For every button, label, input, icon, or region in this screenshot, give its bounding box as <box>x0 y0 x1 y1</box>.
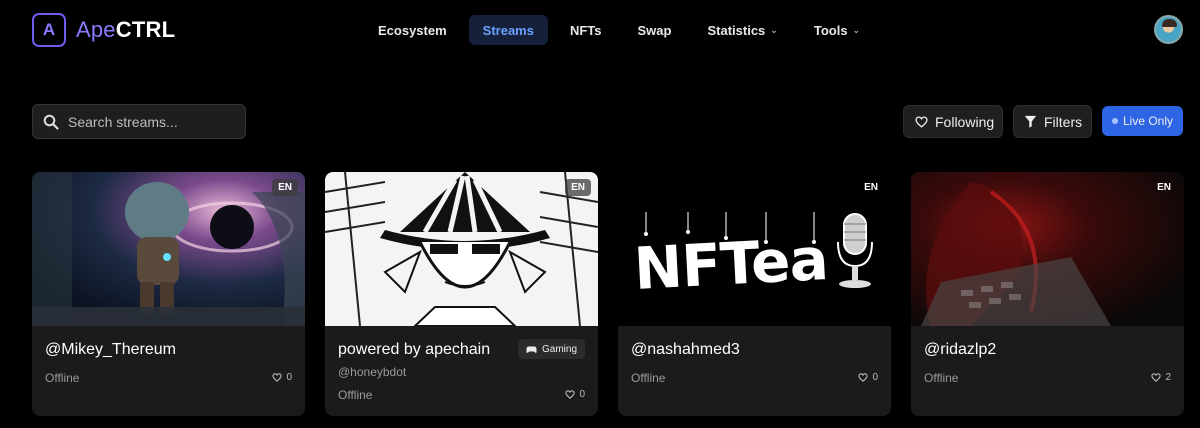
nav-streams[interactable]: Streams <box>468 15 548 45</box>
user-avatar[interactable] <box>1154 15 1183 44</box>
like-count[interactable]: 2 <box>1151 372 1171 383</box>
category-tag[interactable]: Gaming <box>518 339 586 359</box>
following-button[interactable]: Following <box>903 105 1003 138</box>
language-badge: EN <box>272 179 298 196</box>
stream-status: Offline <box>631 371 666 385</box>
main-nav: Ecosystem Streams NFTs Swap Statistics ⌄ … <box>364 15 882 45</box>
stream-card[interactable]: EN powered by apechain Gaming @honeybdot… <box>325 172 598 416</box>
brand-name: ApeCTRL <box>76 17 176 42</box>
stream-thumbnail: EN <box>911 172 1184 326</box>
search-input[interactable] <box>68 113 238 130</box>
nav-tools[interactable]: Tools ⌄ <box>800 15 874 45</box>
chevron-down-icon: ⌄ <box>770 24 778 35</box>
top-nav-bar: A ApeCTRL Ecosystem Streams NFTs Swap St… <box>0 0 1200 60</box>
stream-card[interactable]: NFTea EN @nashahmed3 Offline 0 <box>618 172 891 416</box>
nav-swap[interactable]: Swap <box>624 15 686 45</box>
gamepad-icon <box>526 346 537 353</box>
heart-icon <box>915 115 928 128</box>
language-badge: EN <box>1157 182 1171 193</box>
filters-button[interactable]: Filters <box>1013 105 1092 138</box>
stream-status: Offline <box>338 388 373 402</box>
stream-channel: @honeybdot <box>338 365 407 379</box>
stream-status: Offline <box>924 371 959 385</box>
nav-ecosystem[interactable]: Ecosystem <box>364 15 461 45</box>
heart-icon <box>565 390 576 399</box>
nav-nfts[interactable]: NFTs <box>556 15 616 45</box>
live-dot-icon <box>1112 118 1118 124</box>
live-only-toggle[interactable]: Live Only <box>1102 106 1183 136</box>
like-count[interactable]: 0 <box>565 389 585 400</box>
filter-icon <box>1024 115 1037 128</box>
stream-status: Offline <box>45 371 80 385</box>
nav-statistics[interactable]: Statistics ⌄ <box>693 15 791 45</box>
app-logo[interactable]: A ApeCTRL <box>32 13 175 47</box>
stream-card[interactable]: EN @ridazlp2 Offline 2 <box>911 172 1184 416</box>
heart-icon <box>272 373 283 382</box>
thumbnail-text: NFTea <box>632 224 830 304</box>
heart-icon <box>858 373 869 382</box>
stream-thumbnail: NFTea EN <box>618 172 891 326</box>
like-count[interactable]: 0 <box>858 372 878 383</box>
stream-title: @Mikey_Thereum <box>45 341 176 358</box>
language-badge: EN <box>864 182 878 193</box>
chevron-down-icon: ⌄ <box>852 24 861 35</box>
stream-title: @ridazlp2 <box>924 341 997 358</box>
stream-card[interactable]: EN @Mikey_Thereum Offline 0 <box>32 172 305 416</box>
stream-thumbnail: EN <box>32 172 305 326</box>
logo-mark: A <box>32 13 66 47</box>
stream-thumbnail: EN <box>325 172 598 326</box>
stream-title: powered by apechain <box>338 341 491 358</box>
heart-icon <box>1151 373 1162 382</box>
search-icon <box>43 114 59 130</box>
like-count[interactable]: 0 <box>272 372 292 383</box>
search-box <box>32 104 246 139</box>
stream-title: @nashahmed3 <box>631 341 740 358</box>
language-badge: EN <box>565 179 591 196</box>
